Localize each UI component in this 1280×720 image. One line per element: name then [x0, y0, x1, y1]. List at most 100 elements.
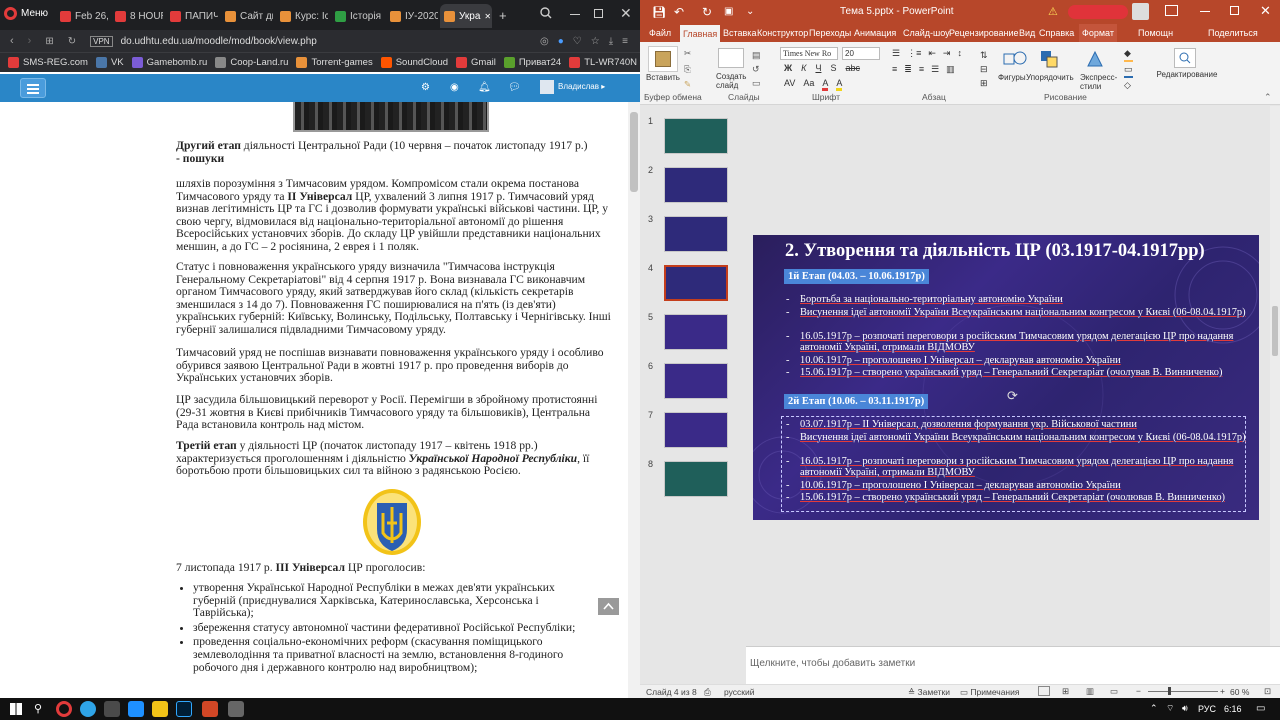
- ribbon-tab[interactable]: Поделиться: [1205, 24, 1261, 42]
- user-avatar[interactable]: [540, 80, 554, 94]
- align-text-icon[interactable]: ⊟: [980, 64, 988, 75]
- bookmark-item[interactable]: Gmail: [456, 57, 496, 68]
- taskbar-powerpoint-icon[interactable]: [202, 701, 218, 717]
- numbering-icon[interactable]: ⋮≡: [907, 48, 921, 59]
- maximize-button[interactable]: [594, 9, 603, 18]
- tray-volume-icon[interactable]: 🔊︎: [1182, 703, 1188, 714]
- back-icon[interactable]: ‹: [10, 35, 14, 47]
- align-left-icon[interactable]: ≡: [892, 64, 897, 75]
- slide-thumbnail[interactable]: [664, 118, 728, 154]
- slideshow-icon[interactable]: ▣: [724, 6, 733, 17]
- search-tabs-icon[interactable]: [540, 7, 552, 19]
- shapes-icon[interactable]: [1002, 48, 1028, 70]
- forward-icon[interactable]: ›: [28, 35, 32, 47]
- slide-bullet[interactable]: -16.05.1917р – розпочаті переговори з ро…: [786, 456, 1256, 479]
- tabs-grid-icon[interactable]: ⊞: [45, 36, 53, 47]
- page-scrollbar[interactable]: [628, 102, 640, 698]
- zoom-out-icon[interactable]: −: [1136, 686, 1141, 696]
- new-slide-button[interactable]: Создать слайд: [716, 72, 748, 90]
- close-tab-icon[interactable]: ✕: [484, 12, 491, 21]
- line-spacing-icon[interactable]: ↕: [957, 48, 962, 59]
- undo-icon[interactable]: ↶: [674, 5, 684, 19]
- slide-bullet[interactable]: - Висунення ідеї автономії України Всеукр…: [786, 307, 1256, 319]
- settings-gear-icon[interactable]: ⚙: [421, 82, 430, 93]
- collapse-ribbon-icon[interactable]: ⌃: [1264, 92, 1272, 103]
- rotate-handle-icon[interactable]: ⟳: [1007, 388, 1018, 404]
- bookmark-item[interactable]: TL-WR740N: [569, 57, 637, 68]
- redo-icon[interactable]: ↻: [702, 5, 712, 19]
- quick-styles-button[interactable]: Экспресс-стили: [1080, 73, 1126, 91]
- smartart-icon[interactable]: ⊞: [980, 78, 988, 89]
- taskbar-opera-icon[interactable]: [56, 701, 72, 717]
- notes-button[interactable]: ≙ Заметки: [908, 687, 950, 698]
- slide-thumbnail[interactable]: [664, 216, 728, 252]
- stage2-label[interactable]: 2й Етап (10.06. – 03.11.1917р): [784, 394, 929, 409]
- browser-tab[interactable]: Укра ✕: [440, 4, 492, 28]
- tray-wifi-icon[interactable]: ⌔: [1166, 703, 1174, 714]
- browser-tab[interactable]: Історія У: [331, 4, 383, 28]
- input-language[interactable]: РУС: [1198, 704, 1216, 714]
- slide-bullet[interactable]: -16.05.1917р – розпочаті переговори з ро…: [786, 331, 1256, 354]
- arrange-button[interactable]: Упорядочить: [1026, 73, 1074, 82]
- bold-icon[interactable]: Ж: [784, 63, 792, 73]
- align-center-icon[interactable]: ≣: [904, 64, 912, 75]
- slide-thumbnail[interactable]: [664, 314, 728, 350]
- shield-icon[interactable]: ●: [558, 36, 564, 47]
- camera-icon[interactable]: ◎: [540, 36, 549, 47]
- slide-bullet[interactable]: -03.07.1917р – ІІ Універсал, дозволення …: [786, 419, 1256, 431]
- section-icon[interactable]: ▭: [752, 78, 761, 89]
- ribbon-tab[interactable]: Помощн: [1135, 24, 1176, 42]
- ribbon-tab[interactable]: Конструктор: [754, 24, 811, 42]
- zoom-slider[interactable]: [1148, 691, 1218, 692]
- stage1-label[interactable]: 1й Етап (04.03. – 10.06.1917р): [784, 269, 929, 284]
- new-slide-icon[interactable]: [718, 48, 744, 68]
- warning-icon[interactable]: ⚠: [1048, 5, 1058, 18]
- vpn-badge[interactable]: VPN: [90, 35, 113, 47]
- font-color-icon[interactable]: A: [822, 78, 829, 91]
- bookmark-item[interactable]: Gamebomb.ru: [131, 57, 207, 68]
- editing-button[interactable]: Редактирование: [1154, 70, 1220, 79]
- target-icon[interactable]: ◉: [450, 82, 459, 93]
- font-size-select[interactable]: 20: [842, 47, 880, 60]
- shadow-icon[interactable]: S: [830, 63, 836, 73]
- slide-sorter-icon[interactable]: ⊞: [1062, 686, 1069, 697]
- ribbon-tab[interactable]: Слайд-шоу: [900, 24, 953, 42]
- shape-effects-icon[interactable]: ◇: [1124, 78, 1133, 92]
- bookmark-item[interactable]: VK: [95, 57, 124, 68]
- taskbar-app2-icon[interactable]: [228, 701, 244, 717]
- tray-up-arrow-icon[interactable]: ⌃: [1150, 703, 1158, 714]
- align-right-icon[interactable]: ≡: [919, 64, 924, 75]
- ribbon-display-options-icon[interactable]: [1165, 5, 1178, 16]
- cut-icon[interactable]: ✂: [684, 48, 691, 59]
- bookmark-item[interactable]: Coop-Land.ru: [215, 57, 288, 68]
- bookmark-item[interactable]: Приват24: [503, 57, 561, 68]
- scroll-to-top-button[interactable]: [598, 598, 619, 615]
- account-avatar[interactable]: [1132, 3, 1149, 20]
- heart-icon[interactable]: ♡: [573, 36, 582, 47]
- editor-scrollbar[interactable]: [1270, 106, 1280, 646]
- slide-thumbnail[interactable]: [664, 412, 728, 448]
- bookmark-item[interactable]: SoundCloud: [380, 57, 448, 68]
- bullets-icon[interactable]: ☰: [892, 48, 900, 59]
- minimize-button[interactable]: [570, 14, 580, 15]
- italic-icon[interactable]: К: [801, 63, 806, 73]
- notifications-bell-icon[interactable]: 🔔︎: [478, 82, 491, 93]
- user-menu[interactable]: Владислав ▸: [558, 82, 605, 91]
- ribbon-tab[interactable]: Формат: [1079, 24, 1117, 42]
- spellcheck-icon[interactable]: ⎙: [704, 687, 711, 698]
- opera-menu-button[interactable]: Меню: [4, 7, 48, 20]
- slide-thumbnail[interactable]: [664, 461, 728, 497]
- browser-tab[interactable]: Курс: Іст: [276, 4, 328, 28]
- bookmark-item[interactable]: Torrent-games: [296, 57, 373, 68]
- spacing-icon[interactable]: AV: [784, 78, 795, 91]
- slide-thumbnail[interactable]: [664, 265, 728, 301]
- browser-tab[interactable]: Сайт ди: [221, 4, 273, 28]
- ppt-maximize-button[interactable]: [1230, 6, 1239, 15]
- ribbon-tab[interactable]: Справка: [1036, 24, 1077, 42]
- format-painter-icon[interactable]: ✎: [684, 79, 691, 90]
- reload-icon[interactable]: ↻: [68, 36, 76, 47]
- taskbar-explorer-icon[interactable]: [152, 701, 168, 717]
- slide-thumbnail[interactable]: [664, 363, 728, 399]
- taskbar-steam-icon[interactable]: [128, 701, 144, 717]
- text-direction-icon[interactable]: ⇅: [980, 50, 988, 61]
